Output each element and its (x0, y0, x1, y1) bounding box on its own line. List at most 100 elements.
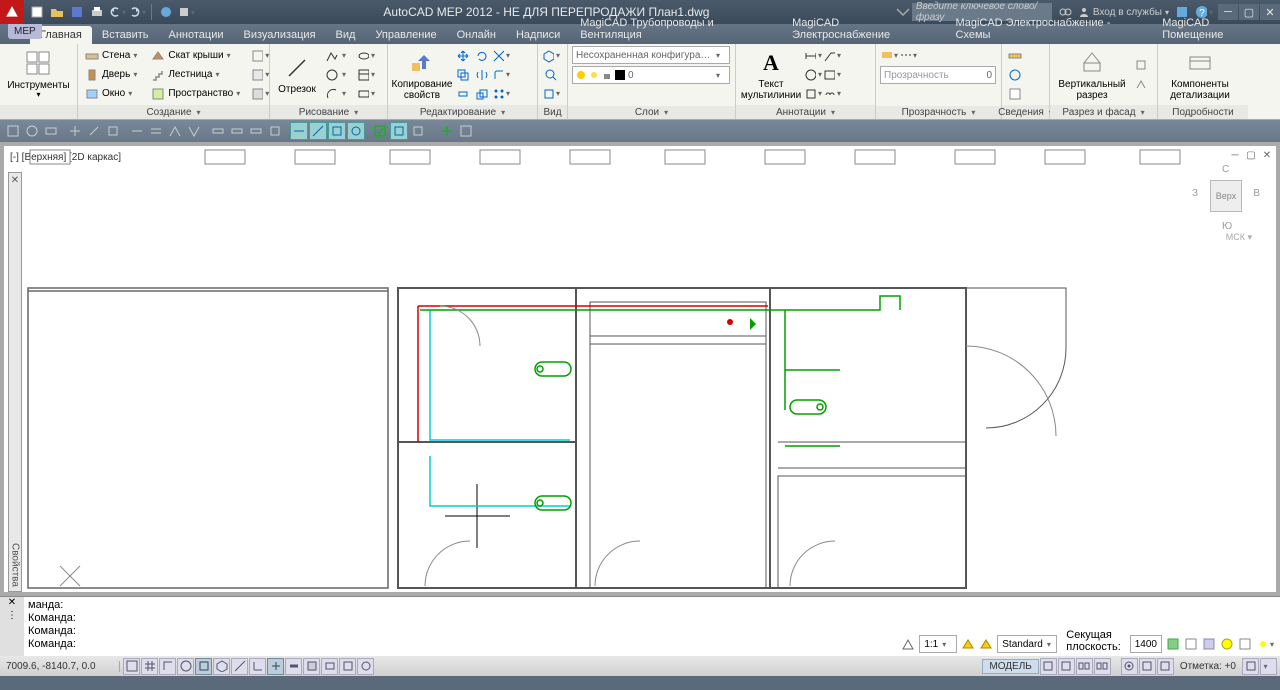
window-button[interactable]: Окно▾ (82, 85, 146, 103)
sb-am[interactable] (357, 658, 374, 675)
qat-undo-button[interactable] (108, 3, 126, 21)
qat-print-button[interactable] (88, 3, 106, 21)
viewcube[interactable]: С Ю В З Верх (1196, 166, 1256, 226)
stair-button[interactable]: Лестница▾ (148, 66, 249, 84)
bylayer-btn[interactable] (880, 46, 898, 64)
coords-readout[interactable]: 7009.6, -8140.7, 0.0 (0, 661, 120, 672)
fillet-button[interactable] (492, 66, 510, 84)
tb2-btn-15[interactable] (290, 122, 308, 140)
arc-button[interactable]: ▾ (322, 85, 355, 103)
command-handle[interactable]: ✕ ⋮ (0, 597, 24, 656)
standard-dropdown[interactable]: Standard▾ (997, 635, 1057, 653)
section-plane-input[interactable]: 1400 (1130, 635, 1162, 653)
copy-button[interactable] (454, 66, 472, 84)
detail-button[interactable]: Компоненты детализации (1162, 47, 1238, 103)
tb2-btn-1[interactable] (4, 122, 22, 140)
sb-polar[interactable] (177, 658, 194, 675)
annovis-btn[interactable] (961, 635, 975, 653)
sb-osnap[interactable] (195, 658, 212, 675)
tb2-btn-6[interactable] (104, 122, 122, 140)
tb2-btn-11[interactable] (209, 122, 227, 140)
tb2-btn-13[interactable] (247, 122, 265, 140)
transp-input[interactable]: Прозрачность0 (880, 66, 996, 84)
door-button[interactable]: Дверь▾ (82, 66, 146, 84)
tb2-btn-10[interactable] (185, 122, 203, 140)
annoscale-icon-btn[interactable] (901, 635, 915, 653)
mep-badge[interactable]: МЕР (8, 24, 42, 39)
view-iso[interactable] (542, 47, 560, 65)
tb2-btn-18[interactable] (347, 122, 365, 140)
cmd-close[interactable]: ✕ (8, 597, 16, 608)
tab-insert[interactable]: Вставить (92, 26, 159, 44)
trim-button[interactable] (492, 47, 510, 65)
cmd-extra-5[interactable] (1238, 635, 1252, 653)
linetype-btn[interactable] (899, 46, 917, 64)
qat-new-button[interactable] (28, 3, 46, 21)
tb2-btn-2[interactable] (23, 122, 41, 140)
panel-layers-title[interactable]: Слои (568, 106, 735, 119)
circle-button[interactable]: ▾ (322, 66, 355, 84)
panel-build-title[interactable]: Создание (78, 105, 269, 119)
annot-tag[interactable] (804, 66, 822, 84)
build-more-2[interactable] (251, 66, 269, 84)
sb-iso2[interactable] (1157, 658, 1174, 675)
sb-gear[interactable] (1121, 658, 1138, 675)
sb-lwt[interactable] (285, 658, 302, 675)
tb2-btn-21[interactable] (409, 122, 427, 140)
sb-quickview[interactable] (1076, 658, 1093, 675)
tab-online[interactable]: Онлайн (447, 26, 506, 44)
tb2-btn-7[interactable] (128, 122, 146, 140)
panel-section-title[interactable]: Разрез и фасад (1050, 105, 1157, 119)
list-btn[interactable] (1006, 85, 1024, 103)
sb-dyn[interactable] (267, 658, 284, 675)
panel-info-title[interactable]: Сведения (1002, 105, 1049, 119)
sb-snap[interactable] (123, 658, 140, 675)
tools-button[interactable]: Инструменты▾ (4, 47, 73, 103)
sb-ducs[interactable] (249, 658, 266, 675)
tb2-btn-14[interactable] (266, 122, 284, 140)
wcs-label[interactable]: МСК ▾ (1226, 232, 1252, 243)
current-layer-dropdown[interactable]: 0 ▾ (572, 66, 730, 84)
tab-magicad-room[interactable]: MagiCAD Помещение (1152, 14, 1280, 44)
sb-otrack[interactable] (231, 658, 248, 675)
sb-ortho[interactable] (159, 658, 176, 675)
annot-sched[interactable] (823, 66, 841, 84)
annoscale-dropdown[interactable]: 1:1▾ (919, 635, 957, 653)
leader-button[interactable] (823, 47, 841, 65)
tab-magicad-pipe[interactable]: MagiCAD Трубопроводы и Вентиляция (570, 14, 782, 44)
layer-config-dropdown[interactable]: Несохраненная конфигурация сл▾ (572, 46, 730, 64)
sb-3dosnap[interactable] (213, 658, 230, 675)
tb2-btn-5[interactable] (85, 122, 103, 140)
sb-iso[interactable] (1139, 658, 1156, 675)
command-history[interactable]: манда: Команда: Команда: Команда: (24, 597, 940, 656)
move-button[interactable] (454, 47, 472, 65)
scale-button[interactable] (473, 85, 491, 103)
annot-rev[interactable] (823, 85, 841, 103)
qat-more-button[interactable] (177, 3, 195, 21)
qat-render-button[interactable] (157, 3, 175, 21)
tb2-btn-19[interactable] (371, 122, 389, 140)
viewcube-top-face[interactable]: Верх (1210, 180, 1242, 212)
text-button[interactable]: A Текст мультилинии (740, 47, 802, 103)
properties-palette[interactable]: ✕ Свойства (8, 172, 22, 592)
sb-sc[interactable] (339, 658, 356, 675)
cmd-extra-3[interactable] (1202, 635, 1216, 653)
tb2-btn-22[interactable] (438, 122, 456, 140)
matchprops-button[interactable]: Копирование свойств (392, 47, 452, 103)
panel-edit-title[interactable]: Редактирование (388, 105, 537, 119)
tb2-btn-17[interactable] (328, 122, 346, 140)
build-more-3[interactable] (251, 85, 269, 103)
palette-close[interactable]: ✕ (10, 175, 21, 186)
sb-end1[interactable] (1242, 658, 1259, 675)
draw-more-1[interactable] (357, 47, 375, 65)
app-menu-button[interactable] (0, 0, 24, 24)
tb2-btn-12[interactable] (228, 122, 246, 140)
view-zoom[interactable] (542, 66, 560, 84)
cmd-extra-6[interactable] (1256, 635, 1274, 653)
roof-button[interactable]: Скат крыши▾ (148, 47, 249, 65)
panel-annot-title[interactable]: Аннотации (736, 105, 875, 119)
tb2-btn-9[interactable] (166, 122, 184, 140)
stretch-button[interactable] (454, 85, 472, 103)
cmd-extra-1[interactable] (1166, 635, 1180, 653)
sb-qp[interactable] (321, 658, 338, 675)
